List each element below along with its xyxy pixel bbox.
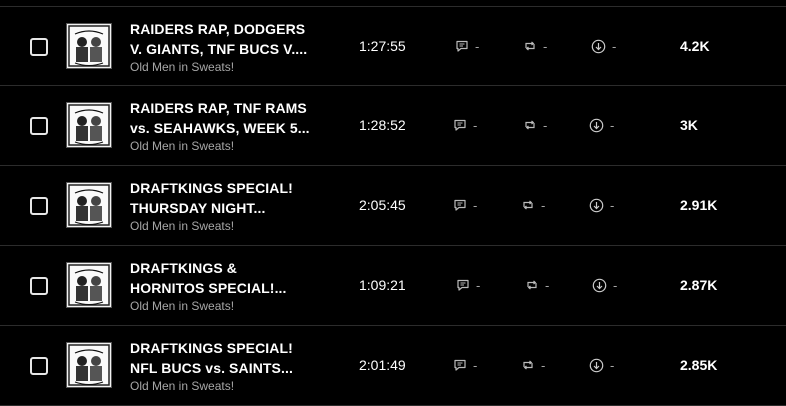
select-checkbox[interactable]	[30, 277, 48, 295]
comment-icon	[454, 359, 466, 371]
comments-count: -	[476, 277, 481, 293]
episode-author[interactable]: Old Men in Sweats!	[130, 139, 234, 153]
download-icon	[591, 39, 606, 53]
plays-count: 2.85K	[680, 357, 718, 373]
episode-title-line: DRAFTKINGS &	[130, 260, 237, 276]
comments-count: -	[473, 197, 478, 213]
downloads-count: -	[610, 117, 615, 133]
reposts-count: -	[543, 38, 548, 54]
comment-icon	[456, 40, 468, 52]
reposts-stat: -	[521, 356, 545, 374]
episode-row[interactable]: DRAFTKINGS & HORNITOS SPECIAL!... Old Me…	[0, 246, 786, 326]
episode-title[interactable]: RAIDERS RAP, DODGERS V. GIANTS, TNF BUCS…	[130, 19, 325, 59]
comments-stat: -	[453, 116, 477, 134]
downloads-stat: -	[589, 356, 614, 374]
episode-title-line: THURSDAY NIGHT...	[130, 200, 266, 216]
episode-duration: 1:09:21	[359, 277, 406, 293]
podcast-cover-art[interactable]	[66, 342, 112, 388]
comments-count: -	[473, 117, 478, 133]
episode-title-line: NFL BUCS vs. SAINTS...	[130, 360, 293, 376]
select-checkbox[interactable]	[30, 357, 48, 375]
download-icon	[589, 358, 604, 372]
episode-duration: 2:05:45	[359, 197, 406, 213]
comments-stat: -	[453, 356, 477, 374]
repost-icon	[525, 120, 535, 130]
reposts-count: -	[543, 117, 548, 133]
select-checkbox[interactable]	[30, 197, 48, 215]
episode-title[interactable]: DRAFTKINGS & HORNITOS SPECIAL!...	[130, 258, 325, 298]
reposts-count: -	[541, 197, 546, 213]
episode-title-line: RAIDERS RAP, TNF RAMS	[130, 100, 307, 116]
podcast-cover-art[interactable]	[66, 23, 112, 69]
downloads-stat: -	[592, 276, 617, 294]
reposts-stat: -	[523, 116, 547, 134]
reposts-count: -	[541, 357, 546, 373]
episode-title-line: RAIDERS RAP, DODGERS	[130, 21, 306, 37]
episode-author[interactable]: Old Men in Sweats!	[130, 379, 234, 393]
episode-row[interactable]: DRAFTKINGS SPECIAL! NFL BUCS vs. SAINTS.…	[0, 326, 786, 406]
episode-row[interactable]: RAIDERS RAP, TNF RAMS vs. SEAHAWKS, WEEK…	[0, 86, 786, 166]
comment-icon	[457, 279, 469, 291]
plays-count: 3K	[680, 117, 698, 133]
comments-count: -	[473, 357, 478, 373]
episode-title-line: DRAFTKINGS SPECIAL!	[130, 340, 293, 356]
comment-icon	[454, 119, 466, 131]
episode-title-line: vs. SEAHAWKS, WEEK 5...	[130, 120, 310, 136]
comment-icon	[454, 199, 466, 211]
repost-icon	[523, 200, 533, 210]
podcast-cover-art[interactable]	[66, 182, 112, 228]
download-icon	[589, 118, 604, 132]
downloads-count: -	[612, 38, 617, 54]
downloads-stat: -	[589, 116, 614, 134]
download-icon	[589, 198, 604, 212]
download-icon	[592, 278, 607, 292]
episode-title[interactable]: DRAFTKINGS SPECIAL! NFL BUCS vs. SAINTS.…	[130, 338, 325, 378]
comments-stat: -	[456, 276, 480, 294]
repost-icon	[523, 360, 533, 370]
reposts-count: -	[545, 277, 550, 293]
episode-title-line: HORNITOS SPECIAL!...	[130, 280, 287, 296]
repost-icon	[525, 41, 535, 51]
reposts-stat: -	[523, 37, 547, 55]
comments-stat: -	[455, 37, 479, 55]
downloads-stat: -	[589, 196, 614, 214]
reposts-stat: -	[521, 196, 545, 214]
episode-author[interactable]: Old Men in Sweats!	[130, 219, 234, 233]
episode-title[interactable]: RAIDERS RAP, TNF RAMS vs. SEAHAWKS, WEEK…	[130, 98, 325, 138]
episode-list: RAIDERS RAP, DODGERS V. GIANTS, TNF BUCS…	[0, 0, 786, 406]
comments-count: -	[475, 38, 480, 54]
plays-count: 2.91K	[680, 197, 718, 213]
episode-row[interactable]: DRAFTKINGS SPECIAL! THURSDAY NIGHT... Ol…	[0, 166, 786, 246]
episode-duration: 1:28:52	[359, 117, 406, 133]
downloads-stat: -	[591, 37, 616, 55]
reposts-stat: -	[525, 276, 549, 294]
plays-count: 2.87K	[680, 277, 718, 293]
episode-title-line: DRAFTKINGS SPECIAL!	[130, 180, 293, 196]
downloads-count: -	[610, 197, 615, 213]
episode-duration: 1:27:55	[359, 38, 406, 54]
select-checkbox[interactable]	[30, 38, 48, 56]
episode-title-line: V. GIANTS, TNF BUCS V....	[130, 41, 308, 57]
comments-stat: -	[453, 196, 477, 214]
episode-row[interactable]: RAIDERS RAP, DODGERS V. GIANTS, TNF BUCS…	[0, 6, 786, 86]
repost-icon	[527, 280, 537, 290]
podcast-cover-art[interactable]	[66, 262, 112, 308]
downloads-count: -	[613, 277, 618, 293]
select-checkbox[interactable]	[30, 117, 48, 135]
plays-count: 4.2K	[680, 38, 710, 54]
episode-author[interactable]: Old Men in Sweats!	[130, 60, 234, 74]
downloads-count: -	[610, 357, 615, 373]
episode-duration: 2:01:49	[359, 357, 406, 373]
episode-title[interactable]: DRAFTKINGS SPECIAL! THURSDAY NIGHT...	[130, 178, 325, 218]
episode-author[interactable]: Old Men in Sweats!	[130, 299, 234, 313]
podcast-cover-art[interactable]	[66, 102, 112, 148]
